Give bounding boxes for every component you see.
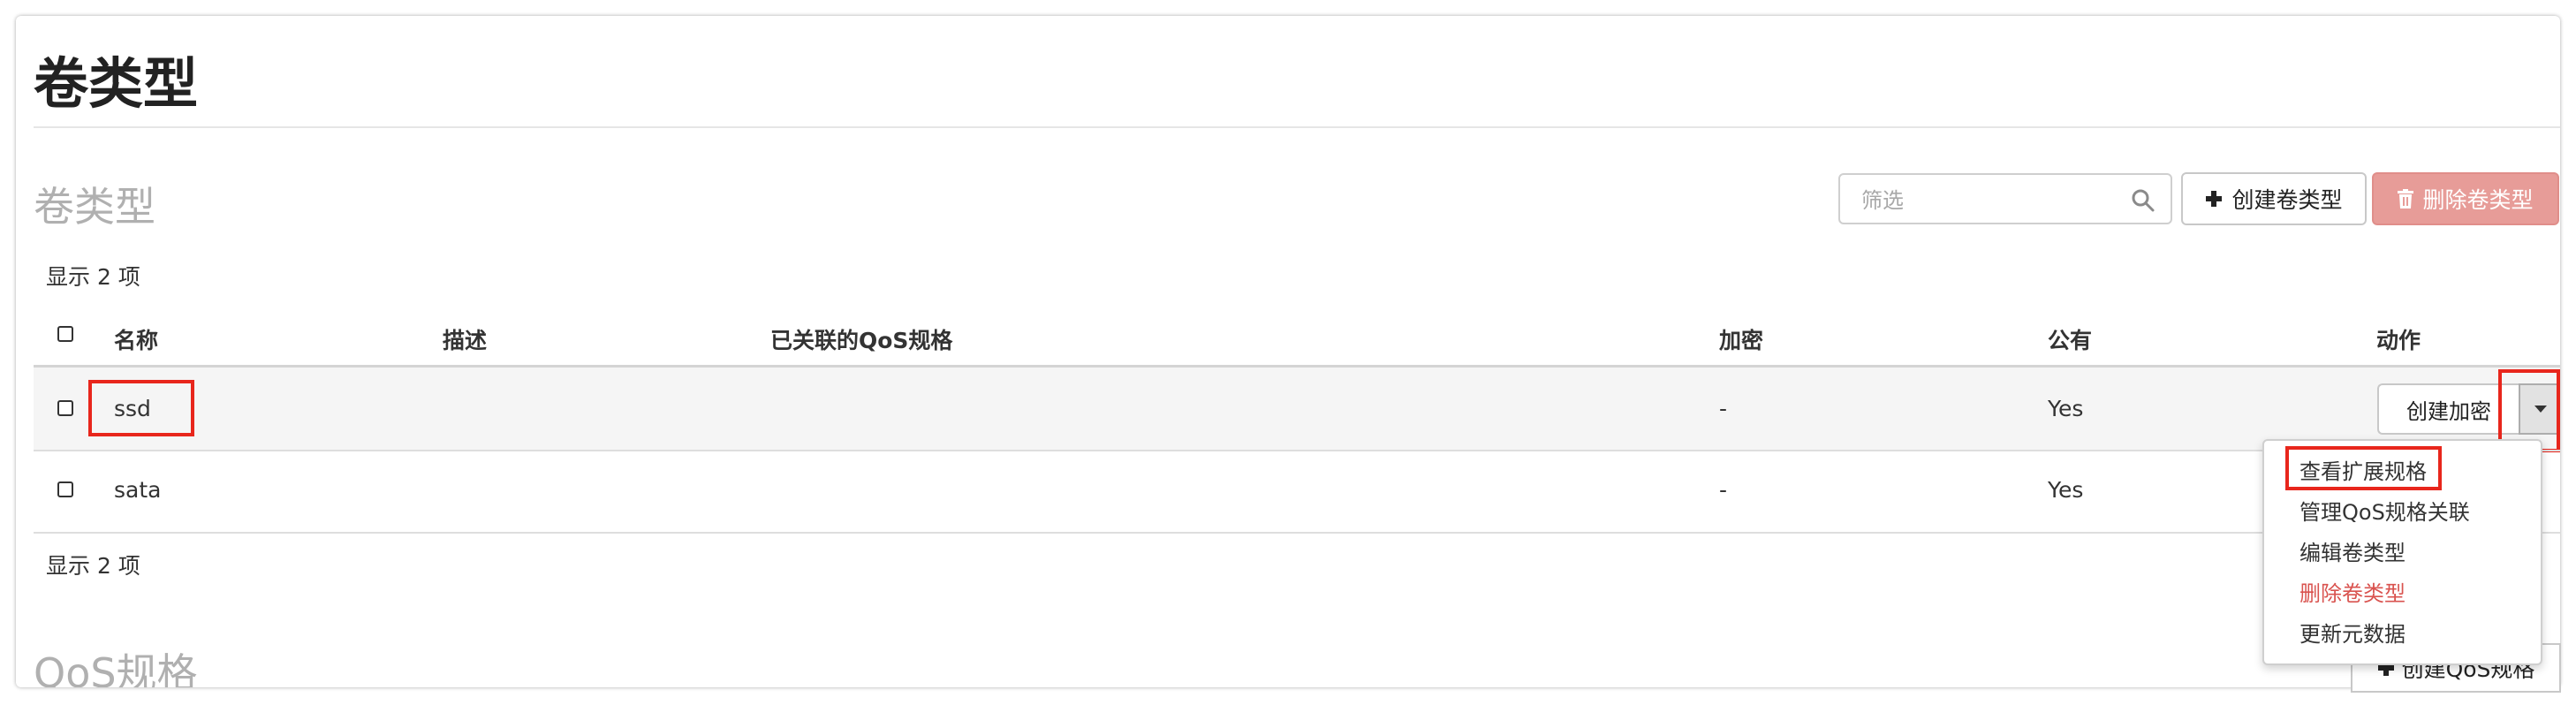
- menu-item-delete-volume-type[interactable]: 删除卷类型: [2299, 576, 2406, 607]
- create-volume-type-button[interactable]: 创建卷类型: [2181, 172, 2367, 225]
- search-icon[interactable]: [2130, 187, 2156, 214]
- table-row: [34, 368, 2560, 450]
- filter-box[interactable]: [1838, 173, 2172, 224]
- main-panel: 卷类型 卷类型 创建卷类型 删除卷类型 显示 2 项 名称 描述 已关联的QoS…: [16, 16, 2560, 687]
- item-count-top: 显示 2 项: [46, 264, 140, 290]
- row-public-ssd: Yes: [2048, 396, 2084, 421]
- qos-section-title: QoS规格: [34, 649, 198, 687]
- column-header-name[interactable]: 名称: [114, 323, 158, 355]
- delete-volume-types-button[interactable]: 删除卷类型: [2372, 172, 2559, 225]
- delete-volume-types-label: 删除卷类型: [2422, 187, 2534, 213]
- highlight-box-name: [88, 380, 194, 436]
- row-encryption-sata: -: [1719, 477, 1728, 503]
- row-name-sata[interactable]: sata: [114, 477, 161, 503]
- trash-icon: [2398, 189, 2414, 208]
- page-title: 卷类型: [34, 51, 199, 116]
- menu-item-edit-volume-type[interactable]: 编辑卷类型: [2299, 535, 2406, 566]
- menu-item-update-metadata[interactable]: 更新元数据: [2299, 617, 2406, 648]
- create-encryption-button[interactable]: 创建加密: [2377, 383, 2519, 435]
- plus-icon: [2206, 191, 2223, 207]
- title-divider: [34, 126, 2560, 128]
- select-all-checkbox[interactable]: [57, 326, 73, 342]
- row-public-sata: Yes: [2048, 477, 2084, 503]
- row-checkbox-sata[interactable]: [57, 481, 73, 497]
- highlight-box-menu-item: [2285, 446, 2442, 490]
- filter-input[interactable]: [1860, 184, 2128, 217]
- row-divider: [34, 450, 2560, 451]
- volume-types-section-title: 卷类型: [34, 183, 155, 231]
- menu-item-manage-qos[interactable]: 管理QoS规格关联: [2299, 495, 2470, 526]
- column-header-qos[interactable]: 已关联的QoS规格: [770, 323, 952, 355]
- item-count-bottom: 显示 2 项: [46, 553, 140, 579]
- row-encryption-ssd: -: [1719, 396, 1728, 421]
- column-header-encryption[interactable]: 加密: [1719, 323, 1763, 355]
- column-header-public[interactable]: 公有: [2048, 323, 2092, 355]
- column-header-description[interactable]: 描述: [443, 323, 487, 355]
- column-header-actions: 动作: [2376, 328, 2421, 353]
- row-checkbox-ssd[interactable]: [57, 400, 73, 416]
- create-volume-type-label: 创建卷类型: [2231, 187, 2343, 213]
- table-bottom-divider: [34, 532, 2560, 534]
